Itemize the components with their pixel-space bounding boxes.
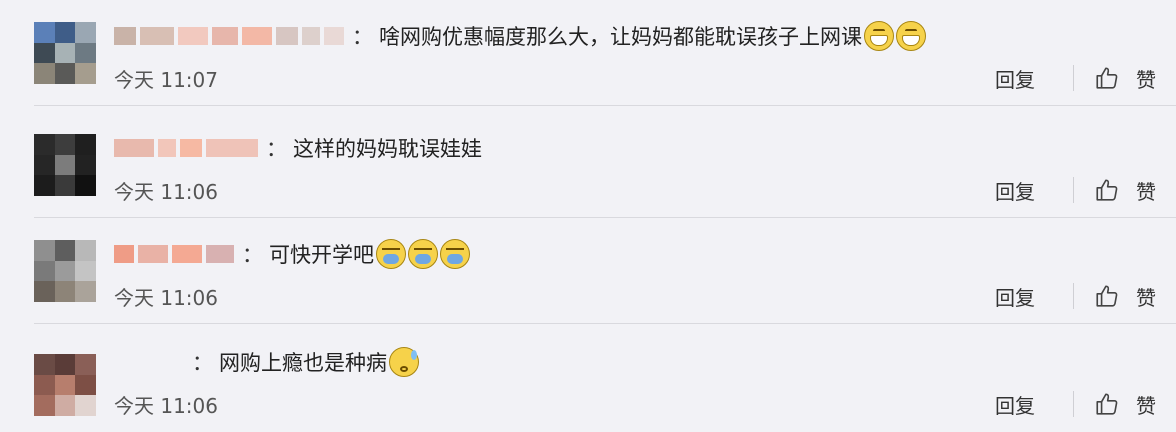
comment-body: ： 可快开学吧 bbox=[114, 232, 470, 276]
separator: ： bbox=[192, 351, 213, 375]
comment-body: ： 这样的妈妈耽误娃娃 bbox=[114, 126, 482, 170]
username-redacted[interactable] bbox=[114, 239, 238, 269]
username-redacted[interactable] bbox=[114, 133, 262, 163]
divider bbox=[1073, 391, 1074, 417]
divider bbox=[34, 323, 1176, 324]
reply-button[interactable]: 回复 bbox=[995, 64, 1035, 93]
grin-emoji-icon bbox=[896, 21, 926, 51]
comment-body: ： 网购上瘾也是种病 bbox=[190, 340, 419, 384]
comment-time: 今天 11:06 bbox=[114, 394, 218, 418]
separator: ： bbox=[352, 25, 373, 49]
reply-button[interactable]: 回复 bbox=[995, 176, 1035, 205]
comment-item: ： 可快开学吧 今天 11:06 回复 赞 bbox=[0, 218, 1176, 324]
comment-actions: 回复 赞 bbox=[995, 174, 1156, 206]
like-button[interactable]: 赞 bbox=[1094, 176, 1156, 205]
sweat-emoji-icon bbox=[389, 347, 419, 377]
comment-time: 今天 11:06 bbox=[114, 286, 218, 310]
avatar[interactable] bbox=[34, 354, 96, 416]
comment-actions: 回复 赞 bbox=[995, 280, 1156, 312]
like-label: 赞 bbox=[1136, 179, 1156, 204]
thumbs-up-icon bbox=[1096, 179, 1118, 201]
comment-actions: 回复 赞 bbox=[995, 388, 1156, 420]
like-label: 赞 bbox=[1136, 67, 1156, 92]
comment-item: ： 啥网购优惠幅度那么大，让妈妈都能耽误孩子上网课 今天 11:07 回复 赞 bbox=[0, 0, 1176, 106]
like-button[interactable]: 赞 bbox=[1094, 64, 1156, 93]
divider bbox=[1073, 283, 1074, 309]
like-button[interactable]: 赞 bbox=[1094, 390, 1156, 419]
divider bbox=[1073, 177, 1074, 203]
cry-laugh-emoji-icon bbox=[440, 239, 470, 269]
reply-button[interactable]: 回复 bbox=[995, 282, 1035, 311]
username-redacted[interactable] bbox=[114, 21, 348, 51]
separator: ： bbox=[242, 243, 263, 267]
cry-laugh-emoji-icon bbox=[376, 239, 406, 269]
grin-emoji-icon bbox=[864, 21, 894, 51]
comment-time: 今天 11:07 bbox=[114, 68, 218, 92]
comment-text: 网购上瘾也是种病 bbox=[219, 351, 387, 375]
comment-item: ： 网购上瘾也是种病 今天 11:06 回复 赞 bbox=[0, 326, 1176, 432]
comment-item: ： 这样的妈妈耽误娃娃 今天 11:06 回复 赞 bbox=[0, 112, 1176, 218]
comment-text: 可快开学吧 bbox=[269, 243, 374, 267]
comment-time: 今天 11:06 bbox=[114, 180, 218, 204]
divider bbox=[1073, 65, 1074, 91]
comment-body: ： 啥网购优惠幅度那么大，让妈妈都能耽误孩子上网课 bbox=[114, 14, 926, 58]
avatar[interactable] bbox=[34, 22, 96, 84]
like-button[interactable]: 赞 bbox=[1094, 282, 1156, 311]
divider bbox=[34, 105, 1176, 106]
separator: ： bbox=[266, 137, 287, 161]
thumbs-up-icon bbox=[1096, 67, 1118, 89]
thumbs-up-icon bbox=[1096, 393, 1118, 415]
thumbs-up-icon bbox=[1096, 285, 1118, 307]
comment-actions: 回复 赞 bbox=[995, 62, 1156, 94]
cry-laugh-emoji-icon bbox=[408, 239, 438, 269]
comment-text: 啥网购优惠幅度那么大，让妈妈都能耽误孩子上网课 bbox=[379, 25, 862, 49]
avatar[interactable] bbox=[34, 240, 96, 302]
avatar[interactable] bbox=[34, 134, 96, 196]
like-label: 赞 bbox=[1136, 285, 1156, 310]
comment-text: 这样的妈妈耽误娃娃 bbox=[293, 137, 482, 161]
like-label: 赞 bbox=[1136, 393, 1156, 418]
comment-list: ： 啥网购优惠幅度那么大，让妈妈都能耽误孩子上网课 今天 11:07 回复 赞 bbox=[0, 0, 1176, 420]
reply-button[interactable]: 回复 bbox=[995, 390, 1035, 419]
